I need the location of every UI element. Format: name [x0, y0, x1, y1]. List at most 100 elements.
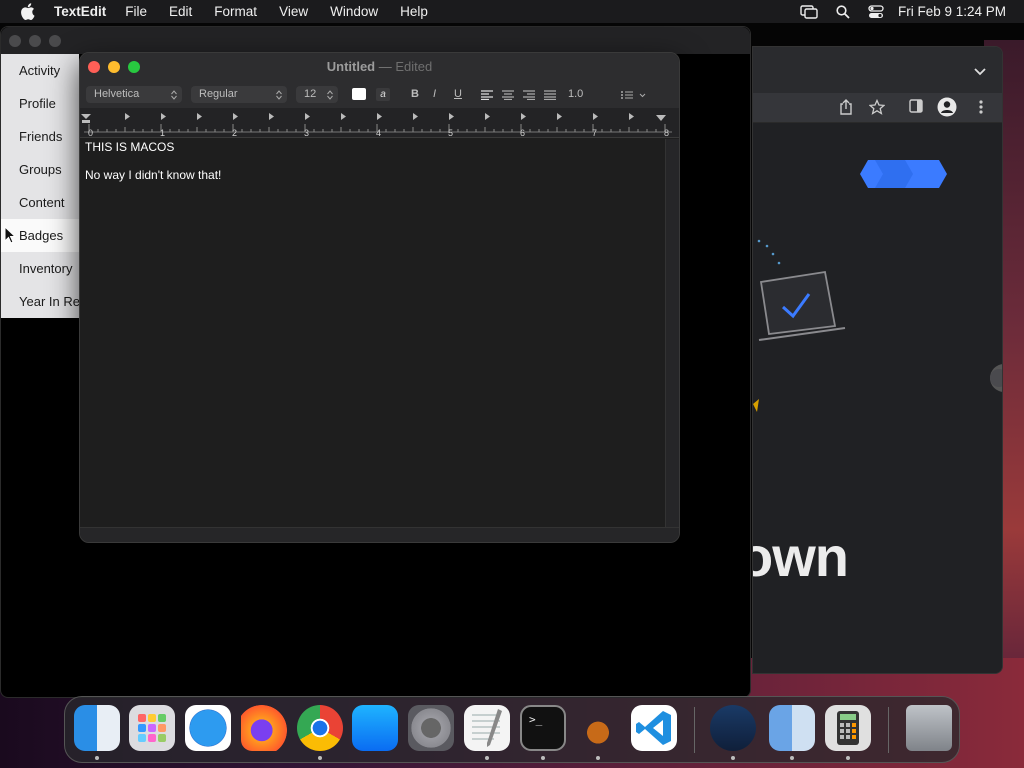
mouse-pointer-icon: [4, 225, 17, 249]
format-bar: Helvetica Regular 12 a B I U 1.0: [80, 81, 679, 108]
font-style-popup[interactable]: Regular: [191, 86, 287, 103]
tab-stop-marker[interactable]: [593, 113, 598, 120]
system-preferences-icon[interactable]: [408, 705, 454, 751]
align-left-icon[interactable]: [480, 89, 494, 106]
sidebar-item-year-in-review[interactable]: Year In Re: [1, 285, 79, 318]
textedit-icon[interactable]: [464, 705, 510, 751]
share-icon[interactable]: [839, 99, 853, 120]
textedit-titlebar[interactable]: Untitled — Edited: [80, 53, 679, 81]
sidebar-item-activity[interactable]: Activity: [1, 54, 79, 87]
running-indicator: [731, 756, 735, 760]
text-color-swatch[interactable]: [352, 88, 366, 100]
running-indicator: [846, 756, 850, 760]
garageband-icon[interactable]: [575, 705, 621, 751]
inactive-close-icon[interactable]: [9, 34, 21, 47]
tab-stop-marker[interactable]: [629, 113, 634, 120]
tab-stop-marker[interactable]: [161, 113, 166, 120]
document-name: Untitled: [326, 59, 376, 74]
menu-edit[interactable]: Edit: [169, 4, 192, 19]
control-center-icon[interactable]: [868, 4, 884, 19]
ruler-label: 7: [592, 128, 597, 138]
tab-stop-marker[interactable]: [197, 113, 202, 120]
line-spacing-popup[interactable]: 1.0: [568, 86, 606, 103]
highlight-color-icon[interactable]: a: [376, 88, 390, 101]
ruler-scale: 0 1 2 3 4 5 6 7 8: [81, 113, 672, 138]
background-window-titlebar[interactable]: [1, 27, 750, 54]
launchpad-icon[interactable]: [129, 705, 175, 751]
calculator-icon[interactable]: [825, 705, 871, 751]
align-right-icon[interactable]: [522, 89, 536, 106]
line-spacing-value: 1.0: [568, 88, 584, 100]
spotlight-search-icon[interactable]: [836, 4, 850, 19]
tab-stop-marker[interactable]: [485, 113, 490, 120]
steam-icon[interactable]: [710, 705, 756, 751]
bold-button[interactable]: B: [411, 86, 419, 103]
chrome-icon[interactable]: [297, 705, 343, 751]
tab-stop-marker[interactable]: [449, 113, 454, 120]
tab-stop-marker[interactable]: [305, 113, 310, 120]
profile-sidebar: Activity Profile Friends Groups Content …: [1, 54, 79, 318]
screen-mirroring-icon[interactable]: [800, 4, 818, 19]
list-bullet-icon[interactable]: [620, 89, 646, 106]
document-text-area[interactable]: THIS IS MACOS No way I didn't know that!: [80, 139, 666, 529]
ruler-label: 4: [376, 128, 381, 138]
document-line-2[interactable]: No way I didn't know that!: [85, 168, 221, 182]
font-family-value: Helvetica: [94, 88, 140, 100]
italic-button[interactable]: I: [433, 86, 436, 103]
tab-search-chevron-icon[interactable]: [974, 63, 986, 81]
running-indicator: [790, 756, 794, 760]
tab-stop-marker[interactable]: [413, 113, 418, 120]
underline-button[interactable]: U: [454, 86, 462, 103]
inactive-zoom-icon[interactable]: [49, 34, 61, 47]
more-options-icon[interactable]: [979, 99, 983, 120]
menu-format[interactable]: Format: [214, 4, 257, 19]
left-indent-marker[interactable]: [82, 120, 90, 123]
browser-page-content: own: [753, 124, 1002, 673]
tab-stop-marker[interactable]: [125, 113, 130, 120]
sidebar-item-groups[interactable]: Groups: [1, 153, 79, 186]
tab-stop-marker[interactable]: [233, 113, 238, 120]
menu-view[interactable]: View: [279, 4, 308, 19]
tab-stop-marker[interactable]: [341, 113, 346, 120]
justify-icon[interactable]: [543, 89, 557, 106]
tab-stop-marker[interactable]: [377, 113, 382, 120]
apple-menu-icon[interactable]: [20, 3, 36, 20]
menu-clock[interactable]: Fri Feb 9 1:24 PM: [898, 4, 1006, 19]
horizontal-scrollbar[interactable]: [80, 527, 679, 542]
font-size-combo[interactable]: 12: [296, 86, 338, 103]
ruler-label: 3: [304, 128, 309, 138]
menu-help[interactable]: Help: [400, 4, 428, 19]
text-ruler[interactable]: 0 1 2 3 4 5 6 7 8: [80, 108, 679, 138]
profile-avatar-icon[interactable]: [937, 97, 957, 122]
browser-tab-bar[interactable]: [753, 47, 1002, 93]
menu-app-name[interactable]: TextEdit: [54, 4, 106, 19]
sidebar-item-inventory[interactable]: Inventory: [1, 252, 79, 285]
vertical-scrollbar[interactable]: [665, 139, 679, 529]
sidebar-item-profile[interactable]: Profile: [1, 87, 79, 120]
bookmark-star-icon[interactable]: [868, 98, 886, 120]
sidebar-item-content[interactable]: Content: [1, 186, 79, 219]
firefox-icon[interactable]: [241, 705, 287, 751]
side-panel-icon[interactable]: [909, 99, 923, 118]
menu-window[interactable]: Window: [330, 4, 378, 19]
inactive-minimize-icon[interactable]: [29, 34, 41, 47]
vscode-icon[interactable]: [631, 705, 677, 751]
document-line-1[interactable]: THIS IS MACOS: [85, 140, 174, 154]
right-margin-marker[interactable]: [656, 115, 666, 121]
ruler-label: 8: [664, 128, 669, 138]
terminal-icon[interactable]: >_: [520, 705, 566, 751]
tab-stop-marker[interactable]: [521, 113, 526, 120]
migration-assistant-icon[interactable]: [769, 705, 815, 751]
running-indicator: [596, 756, 600, 760]
trash-icon[interactable]: [906, 705, 952, 751]
menu-file[interactable]: File: [125, 4, 147, 19]
first-line-indent-marker[interactable]: [81, 114, 91, 119]
align-center-icon[interactable]: [501, 89, 515, 106]
font-family-popup[interactable]: Helvetica: [86, 86, 182, 103]
tab-stop-marker[interactable]: [269, 113, 274, 120]
safari-icon[interactable]: [185, 705, 231, 751]
tab-stop-marker[interactable]: [557, 113, 562, 120]
app-store-icon[interactable]: [352, 705, 398, 751]
sidebar-item-friends[interactable]: Friends: [1, 120, 79, 153]
finder-icon[interactable]: [74, 705, 120, 751]
